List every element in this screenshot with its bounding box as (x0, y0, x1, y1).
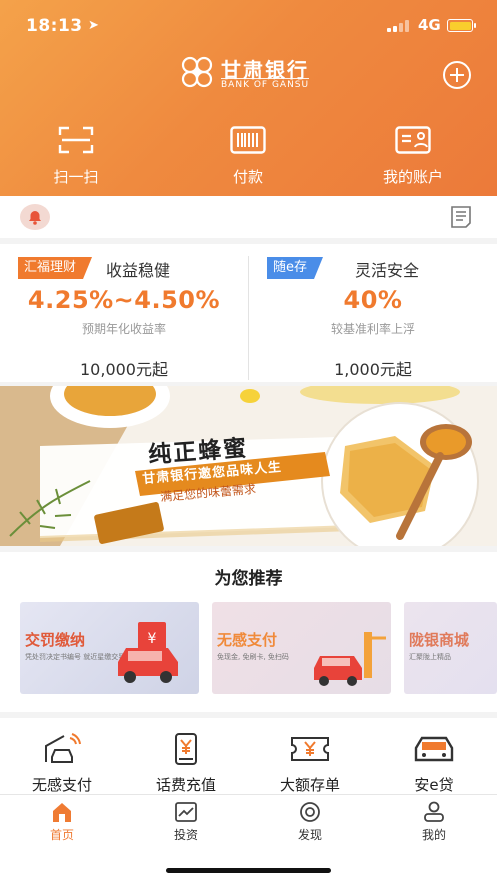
app-screen: 18:13 ➤ 4G 甘肃银行 BANK OF GANSU 扫一扫 付款 我的账… (0, 0, 497, 883)
scan-label: 扫一扫 (53, 168, 99, 186)
battery-icon (447, 19, 476, 32)
recommend-card-nonstop-pay[interactable]: 无感支付 免现金, 免刷卡, 免扫码 (212, 602, 391, 694)
tab-invest[interactable]: 投资 (124, 801, 248, 843)
signal-icon (387, 20, 411, 32)
discover-icon (300, 802, 320, 822)
card-title: 交罚缴纳 (25, 631, 86, 649)
card-title: 陇银商城 (409, 631, 470, 649)
product-slogan: 收益稳健 (106, 261, 171, 280)
home-indicator[interactable] (166, 868, 331, 873)
scan-button[interactable]: 扫一扫 (21, 126, 131, 187)
toll-car-illustration-icon (314, 632, 386, 686)
services-row: 无感支付 话费充值 大额存单 安e贷 (0, 718, 497, 794)
product-minimum: 10,000元起 (80, 360, 168, 379)
pay-label: 付款 (232, 168, 263, 186)
product-minimum: 1,000元起 (334, 360, 412, 379)
product-rate-label: 预期年化收益率 (81, 322, 166, 336)
recommend-card-traffic-fine[interactable]: 交罚缴纳 凭处罚决定书编号 就近星缴交罚 ¥ (20, 602, 199, 694)
tab-mine[interactable]: 我的 (372, 801, 496, 843)
tab-label: 我的 (421, 828, 446, 842)
home-icon (53, 803, 71, 822)
service-label: 话费充值 (155, 776, 216, 794)
notification-button[interactable] (20, 204, 50, 230)
recommend-section: 为您推荐 交罚缴纳 凭处罚决定书编号 就近星缴交罚 ¥ 无感支付 免现金, 免刷… (0, 552, 497, 712)
barcode-icon (230, 126, 266, 154)
car-wireless-icon (45, 733, 81, 763)
card-subtitle: 汇聚陇上精品 (409, 653, 451, 661)
car-icon (414, 736, 454, 762)
my-account-button[interactable]: 我的账户 (358, 126, 468, 187)
account-card-icon (395, 126, 431, 154)
recommend-title: 为您推荐 (214, 569, 283, 589)
bank-emblem-icon (181, 56, 213, 88)
tab-label: 发现 (297, 828, 322, 842)
recommend-card-mall[interactable]: 陇银商城 汇聚陇上精品 (404, 602, 497, 694)
my-account-label: 我的账户 (382, 168, 443, 186)
svg-text:¥: ¥ (148, 631, 157, 647)
product-card-huifu[interactable]: 汇福理财 收益稳健 4.25%~4.50% 预期年化收益率 10,000元起 (0, 244, 248, 382)
header: 18:13 ➤ 4G 甘肃银行 BANK OF GANSU 扫一扫 付款 我的账… (0, 0, 497, 196)
service-an-e-loan[interactable]: 安e贷 (372, 732, 496, 795)
product-rate: 40% (343, 286, 403, 314)
scan-icon (58, 126, 94, 154)
message-list-icon[interactable] (449, 205, 473, 229)
product-rate-label: 较基准利率上浮 (330, 322, 415, 336)
product-rate: 4.25%~4.50% (27, 286, 221, 314)
status-time: 18:13 (26, 16, 83, 36)
service-label: 安e贷 (414, 776, 454, 794)
notice-bar (0, 196, 497, 238)
product-tag: 随e存 (267, 257, 323, 279)
car-ticket-illustration-icon: ¥ (118, 622, 178, 683)
tab-discover[interactable]: 发现 (248, 801, 372, 843)
pay-button[interactable]: 付款 (193, 126, 303, 187)
honey-banner[interactable]: 纯正蜂蜜 甘肃银行邀您品味人生 满足您的味蕾需求 (0, 386, 497, 546)
service-label: 大额存单 (279, 776, 340, 794)
bell-icon (29, 211, 41, 225)
tab-home[interactable]: 首页 (0, 801, 124, 843)
phone-yuan-icon (175, 733, 197, 765)
product-card-sui-e-cun[interactable]: 随e存 灵活安全 40% 较基准利率上浮 1,000元起 (249, 244, 497, 382)
tab-label: 首页 (49, 828, 74, 842)
service-phone-recharge[interactable]: 话费充值 (124, 732, 248, 795)
service-nonstop-pay[interactable]: 无感支付 (0, 732, 124, 795)
network-type: 4G (418, 16, 441, 34)
user-icon (424, 801, 444, 822)
product-tag: 汇福理财 (18, 257, 92, 279)
status-bar: 18:13 ➤ 4G (0, 10, 497, 40)
bank-logo: 甘肃银行 BANK OF GANSU (175, 54, 325, 90)
product-cards: 汇福理财 收益稳健 4.25%~4.50% 预期年化收益率 10,000元起 随… (0, 244, 497, 382)
add-button[interactable] (443, 61, 471, 89)
yuan-ticket-icon (291, 737, 329, 761)
location-arrow-icon: ➤ (88, 18, 99, 33)
tab-label: 投资 (173, 828, 198, 842)
chart-icon (175, 802, 197, 822)
product-slogan: 灵活安全 (355, 261, 420, 280)
bank-name-en: BANK OF GANSU (221, 78, 310, 90)
service-label: 无感支付 (31, 776, 92, 794)
card-title: 无感支付 (217, 631, 278, 649)
service-large-deposit[interactable]: 大额存单 (248, 732, 372, 795)
